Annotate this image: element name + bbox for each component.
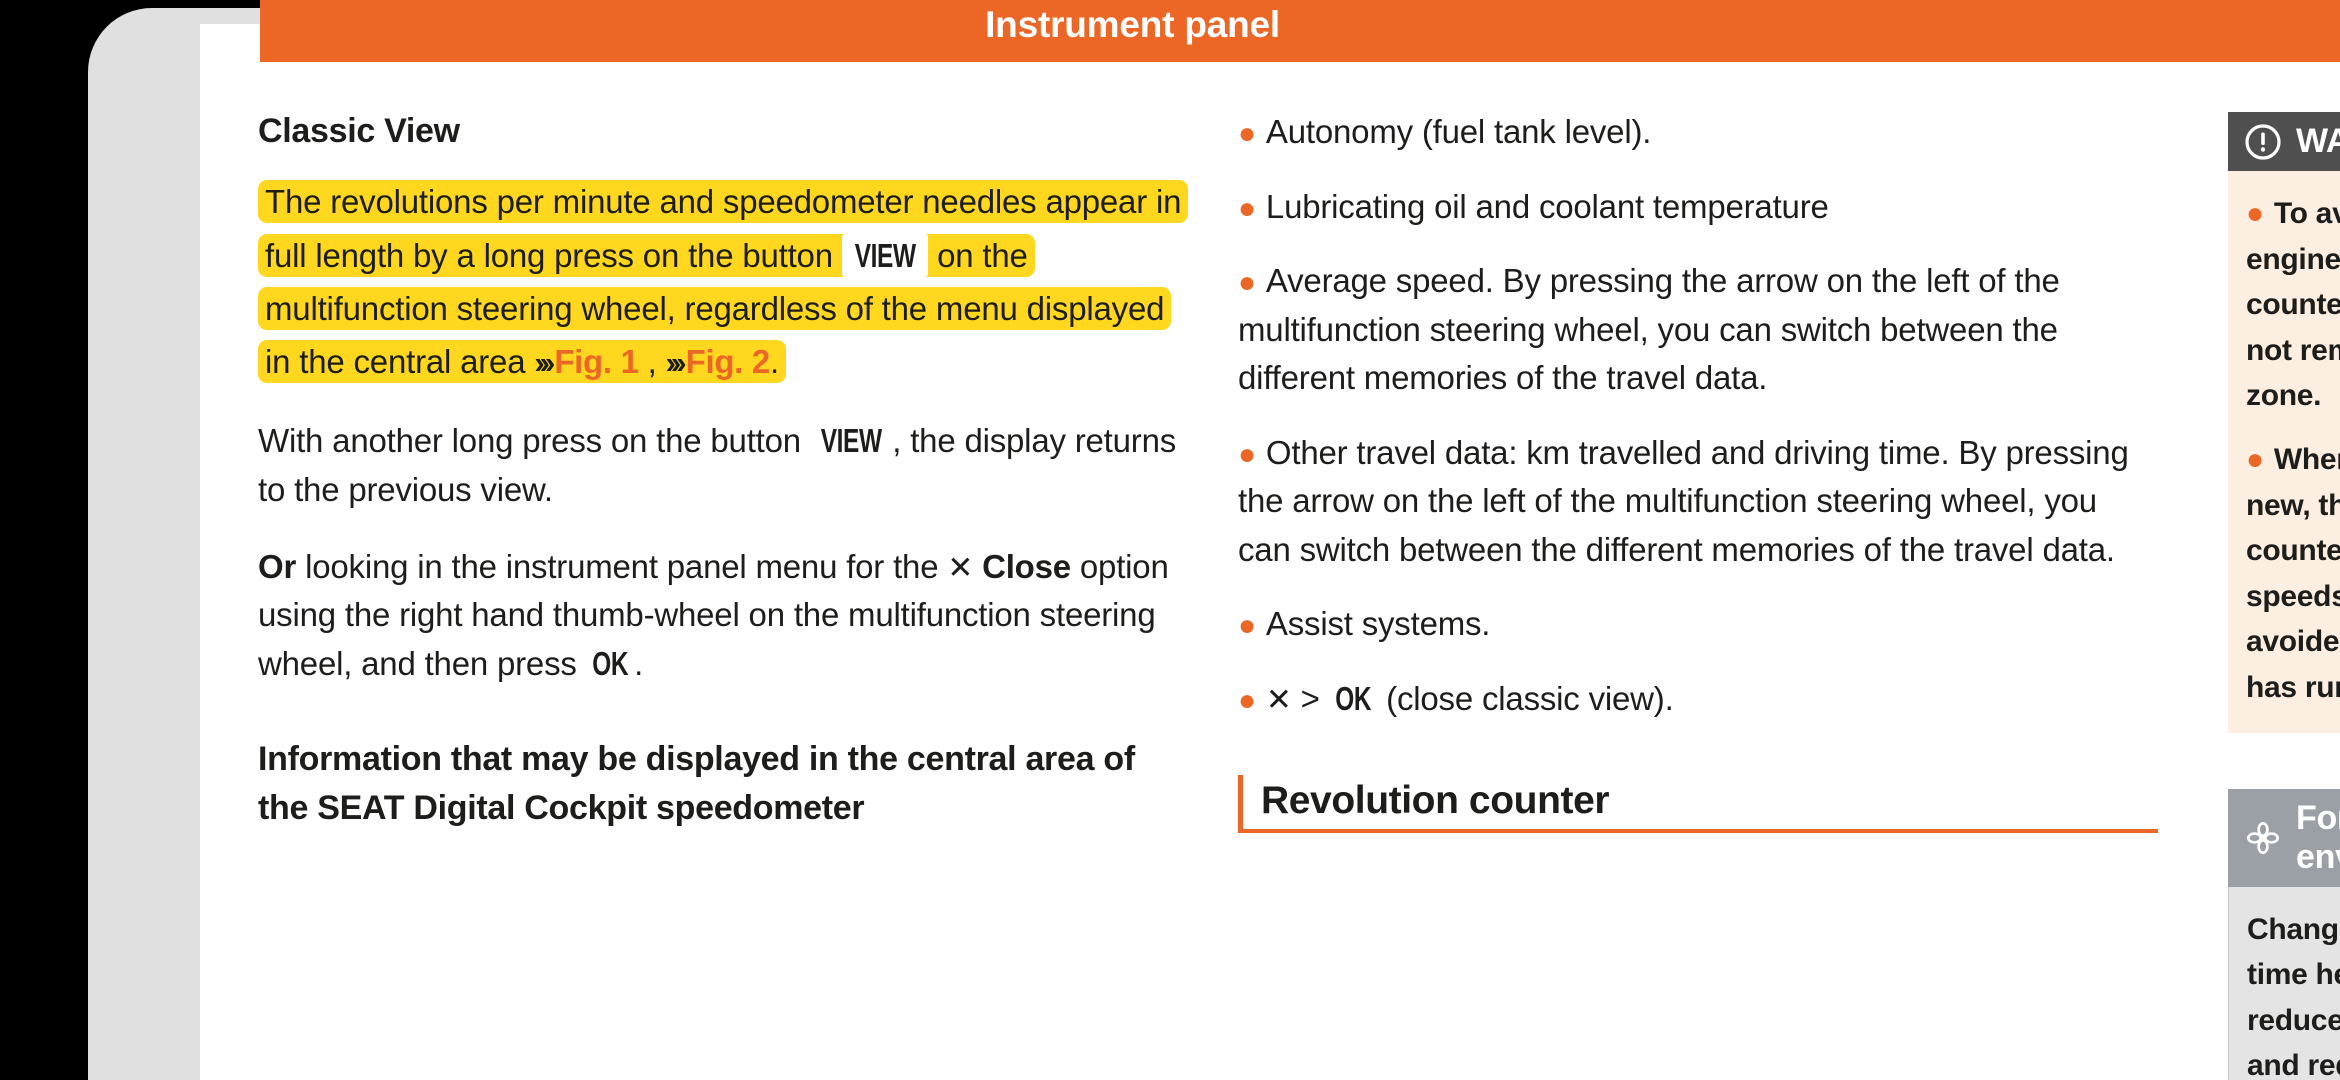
paragraph-menu-close: Or looking in the instrument panel menu … bbox=[258, 543, 1188, 689]
environment-notice-header: For the sake of the environment bbox=[2228, 788, 2340, 887]
chevron-right-icon: ››› bbox=[534, 345, 555, 381]
list-item-close-classic-view: ● ✕ > OK (close classic view). bbox=[1238, 675, 2158, 724]
environment-notice-body: Changing gear in due time helps to save … bbox=[2228, 886, 2340, 1080]
display-info-bullet-list: ● Autonomy (fuel tank level). ● Lubricatin… bbox=[1238, 108, 2158, 723]
paragraph-long-press: With another long press on the button VI… bbox=[258, 417, 1188, 515]
warning-items-list: ●To avoid damaging the engine, the revol… bbox=[2246, 191, 2340, 711]
flower-environment-icon bbox=[2244, 819, 2282, 857]
view-button-key: VIEW bbox=[854, 236, 916, 274]
close-x-icon: ✕ bbox=[1265, 681, 1292, 717]
figure-separator: , bbox=[638, 343, 666, 381]
bullet-dot-icon: ● bbox=[1238, 437, 1256, 471]
view-button-key-2: VIEW bbox=[820, 421, 882, 459]
section-heading-text: Revolution counter bbox=[1261, 779, 1610, 822]
highlight-text-end: . bbox=[769, 343, 779, 381]
bullet-dot-icon: ● bbox=[1238, 683, 1256, 717]
bullet-dot-icon: ● bbox=[2246, 197, 2264, 230]
paragraph2-part1: With another long press on the button bbox=[258, 421, 810, 459]
environment-notice-text: Changing gear in due time helps to save … bbox=[2247, 912, 2340, 1080]
bullet-dot-icon: ● bbox=[2246, 442, 2264, 476]
list-item: ● Average speed. By pressing the arrow on… bbox=[1238, 257, 2158, 403]
bullet-dot-icon: ● bbox=[1238, 266, 1256, 299]
bullet-dot-icon: ● bbox=[1238, 117, 1256, 150]
ok-button-key: OK bbox=[1335, 679, 1371, 717]
middle-column: ● Autonomy (fuel tank level). ● Lubricatin… bbox=[1238, 108, 2158, 833]
warning-circle-icon bbox=[2244, 123, 2282, 161]
right-column: WARNING ●To avoid damaging the engine, t… bbox=[2228, 112, 2340, 1080]
warning-notice-body: ●To avoid damaging the engine, the revol… bbox=[2228, 171, 2340, 733]
list-item: ● Assist systems. bbox=[1238, 600, 2158, 649]
paragraph3-part3: . bbox=[634, 645, 644, 683]
chevron-right-icon-2: ››› bbox=[665, 345, 687, 381]
document-viewer: Instrument panel Classic View The revolu… bbox=[0, 0, 2340, 1080]
bullet-text: Other travel data: km travelled and driv… bbox=[1238, 433, 2129, 568]
bullet-dot-icon: ● bbox=[1238, 609, 1256, 642]
list-item: ●To avoid damaging the engine, the revol… bbox=[2246, 191, 2340, 419]
warning-item-text: When the vehicle is new, the revolution … bbox=[2246, 442, 2340, 704]
bullet-text: Assist systems. bbox=[1265, 605, 1491, 642]
figure-link-1[interactable]: Fig. 1 bbox=[554, 343, 639, 380]
list-item: ● Other travel data: km travelled and dri… bbox=[1238, 429, 2158, 575]
figure-link-2[interactable]: Fig. 2 bbox=[686, 343, 771, 380]
paragraph3-lead: Or bbox=[258, 547, 297, 585]
central-area-info-heading: Information that may be displayed in the… bbox=[258, 740, 1135, 828]
list-item: ● Autonomy (fuel tank level). bbox=[1238, 108, 2158, 157]
list-item: ●When the vehicle is new, the revolution… bbox=[2246, 437, 2340, 711]
close-classic-view-text: (close classic view). bbox=[1377, 679, 1674, 717]
list-item: ● Lubricating oil and coolant temperature bbox=[1238, 183, 2158, 232]
environment-notice-box: For the sake of the environment Changing… bbox=[2228, 788, 2340, 1080]
warning-notice-box: WARNING ●To avoid damaging the engine, t… bbox=[2228, 112, 2340, 733]
left-column: Classic View The revolutions per minute … bbox=[258, 112, 1189, 834]
paragraph3-part1: looking in the instrument panel menu for… bbox=[296, 547, 948, 585]
warning-notice-header: WARNING bbox=[2228, 112, 2340, 171]
ok-button-key: OK bbox=[591, 645, 628, 683]
warning-notice-title: WARNING bbox=[2296, 122, 2340, 160]
revolution-counter-section-heading: Revolution counter bbox=[1238, 775, 2158, 833]
close-option-label: Close bbox=[982, 547, 1071, 585]
bullet-text: Autonomy (fuel tank level). bbox=[1265, 113, 1652, 150]
environment-notice-title: For the sake of the environment bbox=[2296, 798, 2340, 876]
path-arrow-separator: > bbox=[1291, 679, 1329, 717]
highlighted-paragraph: The revolutions per minute and speedomet… bbox=[258, 175, 1189, 389]
page-title: Instrument panel bbox=[985, 4, 1280, 45]
classic-view-heading: Classic View bbox=[258, 112, 460, 150]
highlight-text-part1: The revolutions per minute and speedomet… bbox=[265, 183, 1182, 274]
section-title-bar: Instrument panel bbox=[260, 0, 2340, 62]
bullet-text: Average speed. By pressing the arrow on … bbox=[1238, 262, 2060, 396]
bullet-dot-icon: ● bbox=[1238, 191, 1256, 225]
bullet-text: Lubricating oil and coolant temperature bbox=[1265, 187, 1829, 225]
close-x-icon: ✕ bbox=[947, 549, 974, 585]
